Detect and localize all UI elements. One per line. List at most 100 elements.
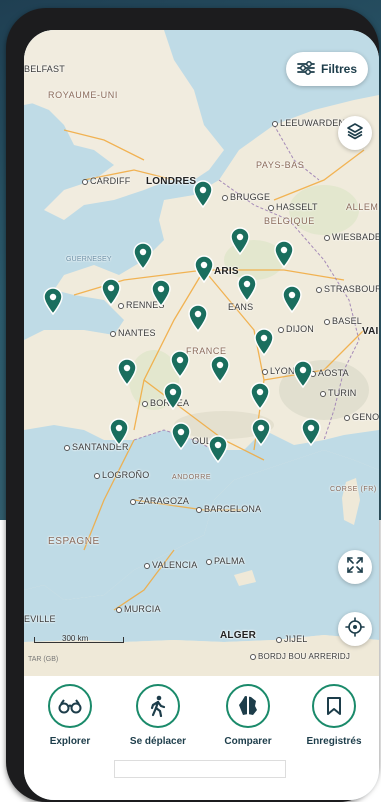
map-pin[interactable] (132, 242, 154, 270)
tab-explorer-label: Explorer (49, 736, 91, 747)
label-andorre: ANDORRE (172, 474, 212, 481)
map-pin[interactable] (169, 350, 191, 378)
filters-button[interactable]: Filtres (286, 52, 368, 86)
map-pin-icon (171, 422, 191, 450)
map-attribution: TAR (GB) (28, 656, 59, 663)
label-londres: LONDRES (146, 176, 197, 187)
label-alger: ALGER (220, 630, 256, 641)
map-pin-icon (101, 278, 121, 306)
label-wiesbaden: WIESBADEN (324, 232, 379, 242)
map-pin-icon (251, 418, 271, 446)
map-view[interactable]: BELFAST ROYAUME-UNI CARDIFF LONDRES BRUG… (24, 30, 379, 680)
map-pin-icon (250, 382, 270, 410)
label-leeuwarden: LEEUWARDEN (272, 118, 345, 128)
label-corse: CORSE (FR) (330, 486, 377, 493)
map-pin[interactable] (273, 240, 295, 268)
label-genoa: GENOA (344, 412, 379, 422)
crosshair-icon (345, 616, 365, 642)
map-pin-icon (301, 418, 321, 446)
label-strasbourg: STRASBOURG (316, 284, 379, 294)
label-zaragoza: ZARAGOZA (130, 496, 189, 506)
map-pin[interactable] (42, 287, 64, 315)
label-palma: PALMA (206, 556, 245, 566)
map-pin[interactable] (150, 279, 172, 307)
map-pin-icon (43, 287, 63, 315)
map-pin[interactable] (281, 285, 303, 313)
map-pin[interactable] (229, 227, 251, 255)
map-pin[interactable] (292, 360, 314, 388)
filters-label: Filtres (320, 62, 357, 76)
label-lyon: LYON (262, 366, 295, 376)
label-turin: TURIN (320, 388, 357, 398)
fullscreen-button[interactable] (338, 550, 372, 584)
app-screen: BELFAST ROYAUME-UNI CARDIFF LONDRES BRUG… (24, 30, 379, 800)
france-map-icon (226, 684, 270, 728)
map-pin[interactable] (116, 358, 138, 386)
label-vad: VAI (362, 326, 379, 337)
map-pin[interactable] (236, 274, 258, 302)
map-pin-icon (151, 279, 171, 307)
map-pin[interactable] (253, 328, 275, 356)
tab-se-deplacer[interactable]: Se déplacer (118, 684, 198, 747)
label-belfast: BELFAST (24, 64, 65, 74)
map-pin-icon (193, 180, 213, 208)
label-pays-bas: PAYS-BAS (256, 160, 305, 170)
label-royaume-uni: ROYAUME-UNI (48, 90, 118, 100)
label-aosta: AOSTA (310, 368, 349, 378)
map-pin-icon (282, 285, 302, 313)
tab-enregistres-label: Enregistrés (306, 736, 362, 747)
binoculars-icon (48, 684, 92, 728)
map-pin-icon (163, 382, 183, 410)
walking-person-icon (136, 684, 180, 728)
map-pin[interactable] (300, 418, 322, 446)
label-guernesey: GUERNESEY (66, 256, 112, 263)
label-belgique: BELGIQUE (264, 216, 315, 226)
map-pin-icon (170, 350, 190, 378)
map-pin[interactable] (209, 355, 231, 383)
map-pin-icon (210, 355, 230, 383)
map-pin[interactable] (249, 382, 271, 410)
label-paris: ARIS (214, 266, 239, 277)
label-cardiff: CARDIFF (82, 176, 130, 186)
map-pin[interactable] (162, 382, 184, 410)
locate-button[interactable] (338, 612, 372, 646)
map-pin[interactable] (170, 422, 192, 450)
map-pin-icon (274, 240, 294, 268)
tab-explorer[interactable]: Explorer (30, 684, 110, 747)
phone-frame: BELFAST ROYAUME-UNI CARDIFF LONDRES BRUG… (6, 8, 379, 802)
label-seville: EVILLE (24, 614, 56, 624)
label-basel: BASEL (324, 316, 362, 326)
label-espagne: ESPAGNE (48, 536, 100, 547)
label-barcelona: BARCELONA (196, 504, 261, 514)
map-pin[interactable] (192, 180, 214, 208)
label-jijel: JIJEL (276, 634, 308, 644)
tab-comparer-label: Comparer (224, 736, 272, 747)
layers-button[interactable] (338, 116, 372, 150)
tab-enregistres[interactable]: Enregistrés (294, 684, 374, 747)
label-valencia: VALENCIA (144, 560, 197, 570)
expand-icon (346, 556, 364, 579)
label-allem: ALLEM (346, 202, 379, 212)
map-pin-icon (133, 242, 153, 270)
bottom-tab-bar: Explorer Se déplacer Comparer Enregistré… (24, 676, 379, 800)
map-pin-icon (208, 435, 228, 463)
tab-comparer[interactable]: Comparer (208, 684, 288, 747)
map-scale: 300 km (34, 634, 124, 643)
map-pin-icon (109, 418, 129, 446)
map-pin[interactable] (187, 304, 209, 332)
tab-se-deplacer-label: Se déplacer (129, 736, 187, 747)
map-pin[interactable] (207, 435, 229, 463)
label-dijon: DIJON (278, 324, 314, 334)
label-logrono: LOGROÑO (94, 470, 149, 480)
layers-icon (346, 122, 364, 145)
map-pin-icon (237, 274, 257, 302)
label-hasselt: HASSELT (268, 202, 318, 212)
map-pin[interactable] (193, 255, 215, 283)
map-pin[interactable] (108, 418, 130, 446)
map-pin[interactable] (100, 278, 122, 306)
label-brugge: BRUGGE (222, 192, 270, 202)
map-pin-icon (254, 328, 274, 356)
map-pin-icon (194, 255, 214, 283)
map-pin[interactable] (250, 418, 272, 446)
label-orleans: EANS (228, 302, 254, 312)
